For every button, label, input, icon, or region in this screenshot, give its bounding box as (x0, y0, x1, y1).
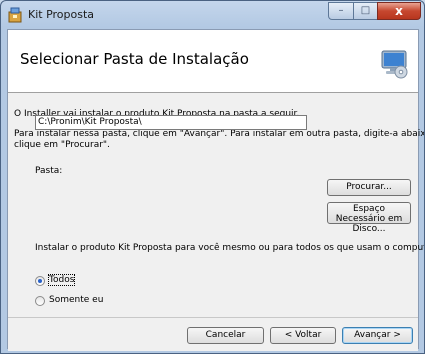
back-button[interactable]: < Voltar (270, 327, 336, 344)
browse-button[interactable]: Procurar... (327, 179, 411, 196)
close-button[interactable]: x (377, 2, 421, 20)
radio-everyone-label[interactable]: Todos (47, 274, 76, 286)
window-title: Kit Proposta (28, 8, 95, 21)
folder-path-input[interactable]: C:\Pronim\Kit Proposta\ (35, 115, 307, 130)
page-title: Selecionar Pasta de Instalação (20, 50, 249, 68)
dialog-body: O Installer vai instalar o produto Kit P… (8, 93, 424, 317)
next-button[interactable]: Avançar > (342, 327, 413, 344)
radio-just-me-label[interactable]: Somente eu (49, 295, 103, 305)
dialog-footer: Cancelar < Voltar Avançar > (8, 317, 418, 351)
disk-space-button[interactable]: Espaço Necessário em Disco... (327, 202, 411, 234)
radio-everyone[interactable] (35, 276, 45, 286)
disk-space-label-line1: Espaço Necessário em (335, 204, 403, 224)
install-for-label: Instalar o produto Kit Proposta para voc… (35, 243, 425, 253)
installer-window: Kit Proposta – □ x Selecionar Pasta de I… (0, 0, 425, 354)
disk-space-label-line2: Disco... (352, 224, 386, 234)
installer-computer-disc-icon (381, 50, 408, 79)
instructions-text-line2: clique em "Procurar". (14, 140, 110, 150)
installer-app-icon (8, 7, 22, 23)
cancel-button[interactable]: Cancelar (187, 327, 264, 344)
instructions-text-line1: Para instalar nessa pasta, clique em "Av… (14, 129, 425, 139)
minimize-button[interactable]: – (328, 2, 354, 20)
radio-just-me[interactable] (35, 296, 45, 306)
title-bar[interactable]: Kit Proposta – □ x (1, 1, 424, 28)
folder-label: Pasta: (35, 166, 63, 176)
dialog-content: Selecionar Pasta de Instalação O Install… (7, 29, 424, 351)
dialog-header: Selecionar Pasta de Instalação (8, 30, 418, 93)
maximize-button[interactable]: □ (353, 2, 378, 20)
